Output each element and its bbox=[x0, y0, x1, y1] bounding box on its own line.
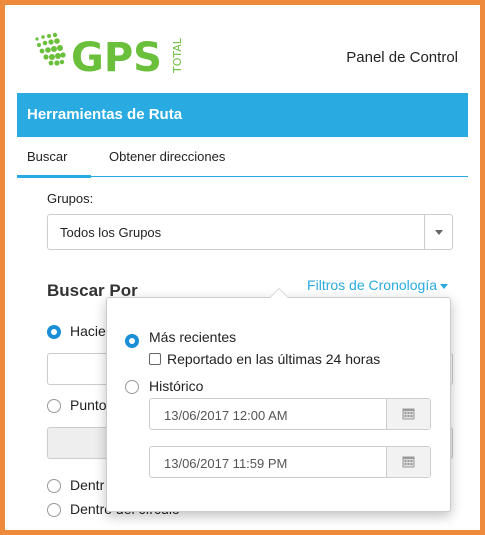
screenshot-frame: GPS TOTAL Panel de Control Herramientas … bbox=[0, 0, 485, 535]
logo-subtext: TOTAL bbox=[171, 37, 184, 74]
radio-hacia[interactable] bbox=[47, 325, 61, 339]
grupos-label: Grupos: bbox=[47, 191, 94, 206]
panel-de-control-link[interactable]: Panel de Control bbox=[346, 49, 458, 66]
filtros-label: Filtros de Cronología bbox=[307, 277, 437, 293]
radio-hacia-label: Hacie bbox=[70, 323, 106, 339]
tools-title: Herramientas de Ruta bbox=[27, 106, 183, 123]
checkbox-ultimas-24h[interactable] bbox=[149, 353, 161, 365]
filtros-cronologia-dropdown[interactable]: Filtros de Cronología bbox=[307, 277, 448, 293]
tab-obtener-direcciones[interactable]: Obtener direcciones bbox=[109, 149, 225, 164]
radio-punto-label: Punto bbox=[70, 397, 107, 413]
end-date-field[interactable]: 13/06/2017 11:59 PM bbox=[149, 446, 431, 478]
start-date-field[interactable]: 13/06/2017 12:00 AM bbox=[149, 398, 431, 430]
radio-historico[interactable] bbox=[125, 380, 139, 394]
tools-titlebar: Herramientas de Ruta bbox=[17, 93, 468, 137]
header: GPS TOTAL Panel de Control bbox=[17, 17, 468, 89]
end-date-value: 13/06/2017 11:59 PM bbox=[164, 456, 288, 471]
radio-dentro-label: Dentr bbox=[70, 477, 105, 493]
caret-down-icon bbox=[440, 283, 448, 289]
grupos-selected-value: Todos los Grupos bbox=[60, 225, 162, 240]
tab-buscar[interactable]: Buscar bbox=[27, 149, 67, 164]
logo-text: GPS bbox=[71, 35, 162, 77]
cronologia-filter-popup: Más recientes Reportado en las últimas 2… bbox=[106, 288, 451, 512]
calendar-icon bbox=[402, 456, 415, 468]
radio-punto[interactable] bbox=[47, 399, 61, 413]
app-window: GPS TOTAL Panel de Control Herramientas … bbox=[17, 17, 468, 528]
start-calendar-button[interactable] bbox=[386, 399, 430, 429]
end-calendar-button[interactable] bbox=[386, 447, 430, 477]
chevron-down-icon[interactable] bbox=[424, 215, 452, 249]
active-tab-indicator bbox=[17, 175, 91, 178]
radio-dentro[interactable] bbox=[47, 479, 61, 493]
radio-dentro-circulo[interactable] bbox=[47, 503, 61, 517]
ultimas-24h-label: Reportado en las últimas 24 horas bbox=[167, 351, 381, 367]
calendar-icon bbox=[402, 408, 415, 420]
historico-label: Histórico bbox=[149, 378, 204, 394]
radio-mas-recientes[interactable] bbox=[125, 334, 139, 348]
mas-recientes-label: Más recientes bbox=[149, 329, 237, 345]
start-date-value: 13/06/2017 12:00 AM bbox=[164, 408, 288, 423]
grupos-select[interactable]: Todos los Grupos bbox=[47, 214, 453, 250]
tab-bar: Buscar Obtener direcciones bbox=[17, 137, 468, 178]
gps-total-logo: GPS TOTAL bbox=[35, 32, 184, 77]
